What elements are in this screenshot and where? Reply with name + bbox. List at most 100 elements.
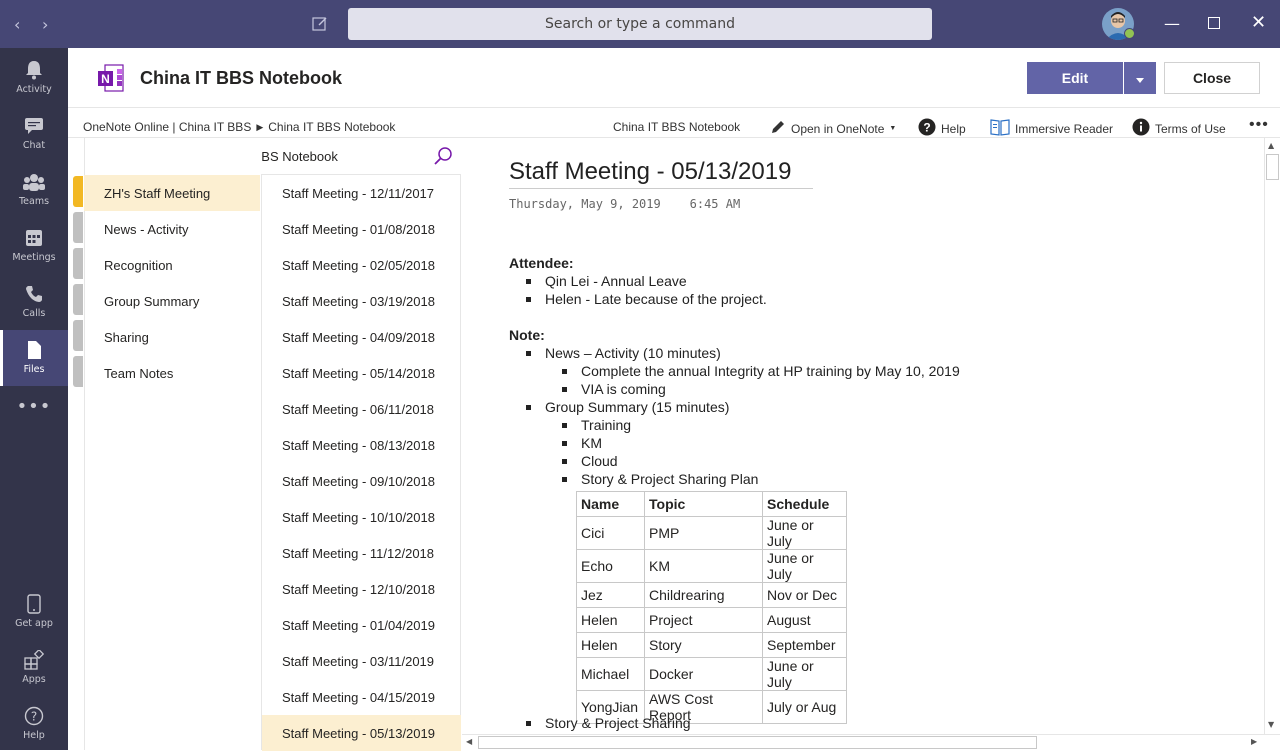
open-in-onenote-label: Open in OneNote: [791, 121, 885, 136]
page-item[interactable]: Staff Meeting - 04/09/2018: [262, 319, 461, 355]
terms-of-use-link[interactable]: Terms of Use: [1132, 118, 1226, 139]
rail-calls[interactable]: Calls: [0, 274, 68, 330]
scroll-left-icon[interactable]: ◀: [466, 737, 472, 746]
page-item[interactable]: Staff Meeting - 01/04/2019: [262, 607, 461, 643]
page-item[interactable]: Staff Meeting - 12/11/2017: [262, 175, 461, 211]
breadcrumb-onenote-link[interactable]: OneNote Online | China IT BBS: [83, 120, 251, 134]
list-item: Complete the annual Integrity at HP trai…: [509, 362, 1249, 380]
page-item[interactable]: Staff Meeting - 09/10/2018: [262, 463, 461, 499]
page-item[interactable]: Staff Meeting - 05/14/2018: [262, 355, 461, 391]
rail-meetings[interactable]: Meetings: [0, 218, 68, 274]
page-item[interactable]: Staff Meeting - 05/13/2019: [262, 715, 461, 751]
caret-down-icon: ▼: [889, 125, 897, 132]
table-cell: PMP: [644, 516, 763, 550]
svg-text:?: ?: [31, 710, 37, 724]
table-header-row: Name Topic Schedule: [576, 491, 847, 517]
section-item[interactable]: Recognition: [84, 247, 260, 283]
table-cell: Nov or Dec: [762, 582, 847, 608]
list-item: News – Activity (10 minutes): [509, 344, 1249, 362]
compose-icon[interactable]: [311, 15, 329, 37]
scroll-down-icon[interactable]: ▼: [1268, 720, 1274, 729]
rail-get-app[interactable]: Get app: [0, 584, 68, 640]
rail-activity[interactable]: Activity: [0, 50, 68, 106]
search-input[interactable]: Search or type a command: [348, 8, 932, 40]
section-tab-marker: [73, 248, 83, 279]
breadcrumb-separator-icon: ▶: [256, 121, 264, 132]
apps-icon: [24, 649, 44, 671]
page-body[interactable]: Attendee: Qin Lei - Annual Leave Helen -…: [509, 254, 1249, 488]
scroll-right-icon[interactable]: ▶: [1251, 737, 1257, 746]
table-cell: September: [762, 632, 847, 658]
table-cell: Story: [644, 632, 763, 658]
page-item[interactable]: Staff Meeting - 01/08/2018: [262, 211, 461, 247]
rail-chat[interactable]: Chat: [0, 106, 68, 162]
rail-label: Help: [23, 730, 45, 741]
more-options-icon[interactable]: •••: [1249, 116, 1269, 134]
rail-label: Apps: [22, 674, 46, 685]
page-item[interactable]: Staff Meeting - 06/11/2018: [262, 391, 461, 427]
horizontal-scroll-thumb[interactable]: [478, 736, 1037, 749]
onenote-icon: N: [98, 64, 124, 92]
page-title[interactable]: Staff Meeting - 05/13/2019: [509, 158, 813, 189]
page-item[interactable]: Staff Meeting - 12/10/2018: [262, 571, 461, 607]
page-item[interactable]: Staff Meeting - 11/12/2018: [262, 535, 461, 571]
page-item[interactable]: Staff Meeting - 02/05/2018: [262, 247, 461, 283]
vertical-scrollbar[interactable]: ▲ ▼: [1264, 138, 1280, 734]
notebook-title: China IT BBS Notebook: [140, 68, 342, 88]
page-item[interactable]: Staff Meeting - 03/11/2019: [262, 643, 461, 679]
section-tab-marker: [73, 212, 83, 243]
rail-teams[interactable]: Teams: [0, 162, 68, 218]
rail-help[interactable]: ? Help: [0, 696, 68, 752]
help-icon: ?: [24, 705, 44, 727]
more-icon: •••: [16, 395, 52, 417]
back-arrow-icon[interactable]: ‹: [14, 15, 20, 34]
breadcrumb-notebook-link[interactable]: China IT BBS Notebook: [268, 120, 395, 134]
close-button[interactable]: Close: [1164, 62, 1260, 94]
section-tab-marker: [73, 356, 83, 387]
help-circle-icon: ?: [918, 118, 936, 139]
page-item[interactable]: Staff Meeting - 03/19/2018: [262, 283, 461, 319]
page-item[interactable]: Staff Meeting - 10/10/2018: [262, 499, 461, 535]
scroll-up-icon[interactable]: ▲: [1268, 141, 1274, 150]
table-row: Michael Docker June or July: [576, 657, 847, 691]
rail-more[interactable]: •••: [0, 386, 68, 442]
list-item: VIA is coming: [509, 380, 1249, 398]
rail-files[interactable]: Files: [0, 330, 68, 386]
calendar-icon: [25, 227, 43, 249]
page-canvas[interactable]: Staff Meeting - 05/13/2019 Thursday, May…: [462, 138, 1264, 734]
close-window-icon[interactable]: ✕: [1251, 12, 1266, 33]
section-item[interactable]: Sharing: [84, 319, 260, 355]
horizontal-scrollbar[interactable]: ◀ ▶: [462, 734, 1280, 750]
edit-button[interactable]: Edit: [1027, 62, 1123, 94]
status-available-icon: [1124, 28, 1135, 39]
page-item[interactable]: Staff Meeting - 04/15/2019: [262, 679, 461, 715]
rail-label: Get app: [15, 618, 53, 629]
page-body-tail[interactable]: Story & Project Sharing: [509, 714, 1249, 732]
vertical-scroll-thumb[interactable]: [1266, 154, 1279, 180]
minimize-icon[interactable]: —: [1164, 14, 1180, 33]
terms-label: Terms of Use: [1155, 121, 1226, 136]
maximize-icon[interactable]: [1208, 17, 1220, 29]
forward-arrow-icon[interactable]: ›: [42, 15, 48, 34]
attendee-heading: Attendee:: [509, 255, 574, 271]
section-item[interactable]: Group Summary: [84, 283, 260, 319]
edit-dropdown-button[interactable]: [1124, 62, 1156, 94]
toolbar-notebook-link[interactable]: China IT BBS Notebook: [613, 120, 740, 134]
section-item[interactable]: News - Activity: [84, 211, 260, 247]
list-item: Story & Project Sharing Plan: [509, 470, 1249, 488]
open-in-onenote-button[interactable]: Open in OneNote ▼: [770, 119, 896, 138]
help-label: Help: [941, 121, 966, 136]
pencil-icon: [770, 119, 786, 138]
section-item[interactable]: ZH's Staff Meeting: [84, 175, 260, 211]
list-item: Group Summary (15 minutes): [509, 398, 1249, 416]
list-item: Story & Project Sharing: [509, 714, 1249, 732]
help-button[interactable]: ? Help: [918, 118, 966, 139]
svg-text:N: N: [101, 72, 110, 86]
page-item[interactable]: Staff Meeting - 08/13/2018: [262, 427, 461, 463]
section-item[interactable]: Team Notes: [84, 355, 260, 391]
immersive-reader-button[interactable]: Immersive Reader: [990, 118, 1113, 139]
search-icon[interactable]: [433, 146, 453, 169]
rail-label: Files: [23, 364, 45, 375]
rail-apps[interactable]: Apps: [0, 640, 68, 696]
list-item: KM: [509, 434, 1249, 452]
